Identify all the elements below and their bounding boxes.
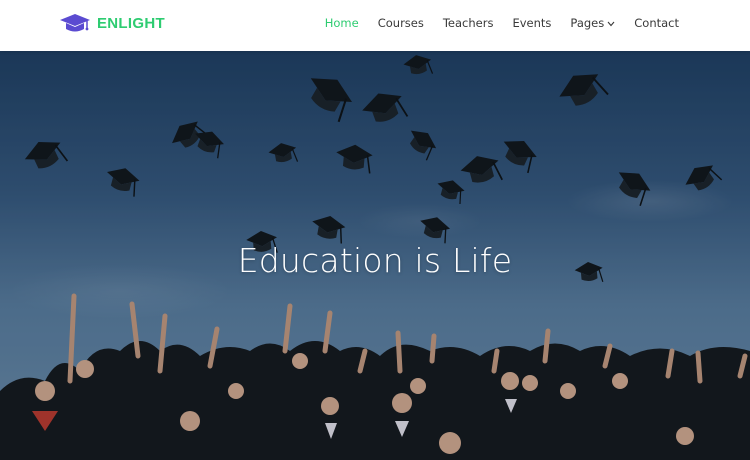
hero-banner: Education is Life (0, 51, 750, 460)
nav-item-events[interactable]: Events (512, 15, 551, 31)
hero-title: Education is Life (237, 241, 513, 280)
nav-item-home[interactable]: Home (325, 15, 359, 31)
nav-item-contact[interactable]: Contact (634, 15, 679, 31)
nav-item-pages[interactable]: Pages (570, 15, 615, 31)
main-menu: Home Courses Teachers Events Pages Conta… (306, 15, 679, 31)
graduation-cap-icon (60, 14, 90, 32)
chevron-down-icon (607, 21, 615, 26)
top-navbar: ENLIGHT Home Courses Teachers Events Pag… (0, 0, 750, 51)
nav-item-pages-label: Pages (570, 16, 605, 30)
brand-logo-link[interactable]: ENLIGHT (59, 11, 165, 35)
brand-name: ENLIGHT (97, 14, 165, 32)
nav-item-courses[interactable]: Courses (378, 15, 424, 31)
nav-item-teachers[interactable]: Teachers (443, 15, 494, 31)
